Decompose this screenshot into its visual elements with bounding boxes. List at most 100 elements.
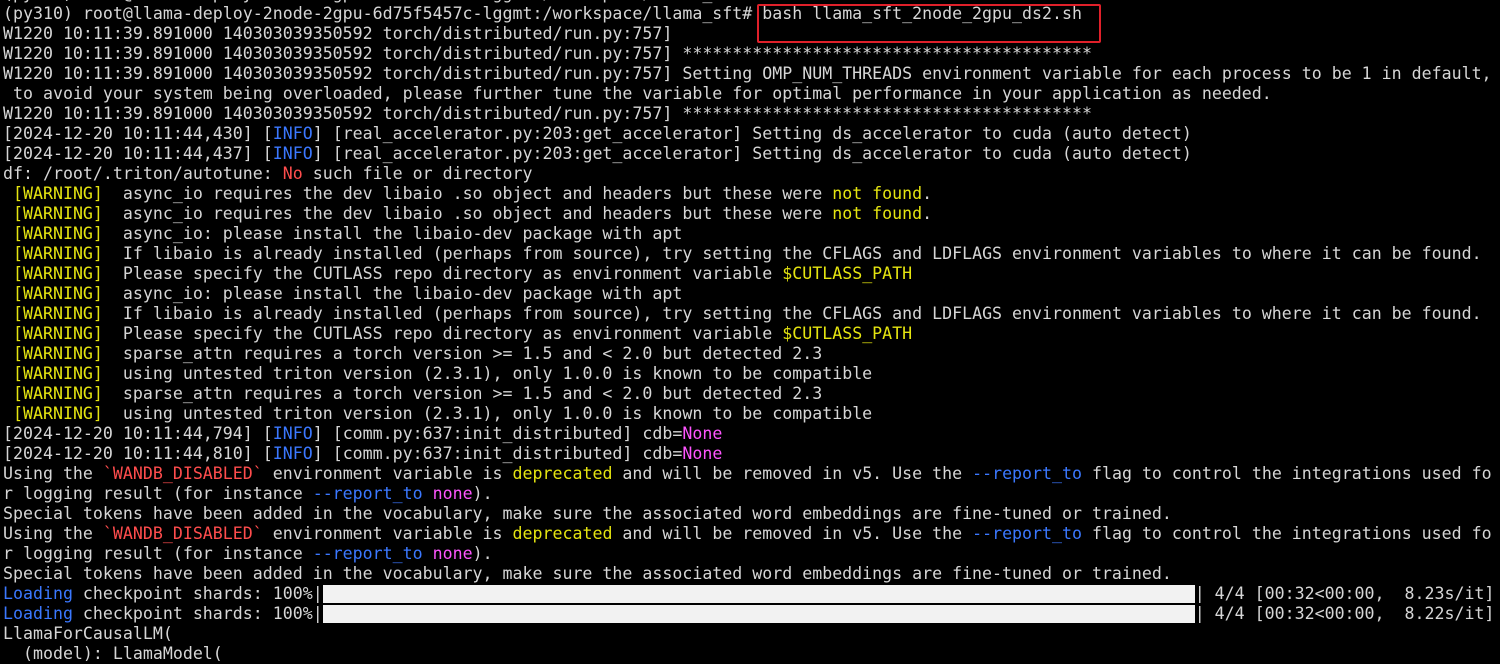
terminal-text: [WARNING] <box>13 244 103 263</box>
terminal-text: and will be removed in v5. Use the <box>612 524 973 543</box>
terminal-text: [WARNING] <box>13 224 103 243</box>
terminal-line: W1220 10:11:39.891000 140303039350592 to… <box>3 44 1500 64</box>
terminal-text: . <box>922 204 933 223</box>
terminal-text: | 4/4 [00:32<00:00, 8.22s/it] <box>1194 604 1495 623</box>
terminal-line: Special tokens have been added in the vo… <box>3 564 1500 584</box>
terminal-text: None <box>682 444 723 463</box>
terminal-line: [WARNING] async_io: please install the l… <box>3 284 1500 304</box>
terminal-text: . <box>922 184 933 203</box>
terminal-text: [WARNING] <box>13 204 103 223</box>
terminal-text: Special tokens have been added in the vo… <box>3 504 1172 523</box>
terminal-text: Loading <box>3 584 73 603</box>
terminal-text: sparse_attn requires a torch version >= … <box>102 384 823 403</box>
terminal-text: Special tokens have been added in the vo… <box>3 564 1172 583</box>
terminal-text: (py310) root@llama-deploy-2node-2gpu-6d7… <box>3 4 763 23</box>
terminal-text: [2024-12-20 10:11:44,794] [ <box>3 424 273 443</box>
terminal-text: async_io: please install the libaio-dev … <box>102 224 683 243</box>
terminal-line: [WARNING] using untested triton version … <box>3 364 1500 384</box>
terminal-text: and will be removed in v5. Use the <box>612 464 973 483</box>
terminal-line: [WARNING] async_io: please install the l… <box>3 224 1500 244</box>
terminal-text: using untested triton version (2.3.1), o… <box>102 364 873 383</box>
terminal-output[interactable]: (py310) root@llama-deploy-2node-2gpu-6d7… <box>3 0 1500 664</box>
terminal-line: [WARNING] If libaio is already installed… <box>3 244 1500 264</box>
terminal-text: ] [real_accelerator.py:203:get_accelerat… <box>312 124 1192 143</box>
terminal-text: [WARNING] <box>13 344 103 363</box>
terminal-text: none <box>432 544 473 563</box>
terminal-text: ] [real_accelerator.py:203:get_accelerat… <box>312 144 1192 163</box>
terminal-text: [WARNING] <box>13 404 103 423</box>
terminal-text: Loading <box>3 604 73 623</box>
terminal-line: Loading checkpoint shards: 100%| | 4/4 [0… <box>3 584 1500 604</box>
terminal-text: ). <box>472 544 493 563</box>
terminal-text: [WARNING] <box>13 324 103 343</box>
terminal-text: environment variable is <box>262 464 513 483</box>
terminal-text: | 4/4 [00:32<00:00, 8.23s/it] <box>1194 584 1495 603</box>
terminal-line: [WARNING] Please specify the CUTLASS rep… <box>3 324 1500 344</box>
terminal-text: --report_to <box>312 544 423 563</box>
terminal-text: --report_to <box>972 524 1082 543</box>
terminal-text: not found <box>832 204 923 223</box>
terminal-text: r logging result (for instance <box>3 544 313 563</box>
terminal-line: df: /root/.triton/autotune: No such file… <box>3 164 1500 184</box>
terminal-line: Using the `WANDB_DISABLED` environment v… <box>3 464 1500 484</box>
terminal-line: [WARNING] async_io requires the dev liba… <box>3 204 1500 224</box>
terminal-text: `WANDB_DISABLED` <box>102 524 263 543</box>
terminal-text: If libaio is already installed (perhaps … <box>102 244 1482 263</box>
terminal-line: [WARNING] sparse_attn requires a torch v… <box>3 384 1500 404</box>
terminal-text: [2024-12-20 10:11:44,430] [ <box>3 124 273 143</box>
terminal-line: [2024-12-20 10:11:44,810] [INFO] [comm.p… <box>3 444 1500 464</box>
terminal-text: [WARNING] <box>13 364 103 383</box>
terminal-text: (py310) root@llama-deploy-2node-2gpu-6d7… <box>3 0 752 3</box>
terminal-text: sparse_attn requires a torch version >= … <box>102 344 823 363</box>
terminal-text: [WARNING] <box>13 304 103 323</box>
terminal-text: W1220 10:11:39.891000 140303039350592 to… <box>3 24 673 43</box>
terminal-text: [WARNING] <box>13 384 103 403</box>
terminal-text: INFO <box>272 144 313 163</box>
terminal-text: [2024-12-20 10:11:44,810] [ <box>3 444 273 463</box>
terminal-text: W1220 10:11:39.891000 140303039350592 to… <box>3 64 1492 83</box>
terminal-text: none <box>432 484 473 503</box>
terminal-text: Please specify the CUTLASS repo director… <box>102 264 783 283</box>
terminal-line: r logging result (for instance --report_… <box>3 484 1500 504</box>
terminal-text: (model): LlamaModel( <box>3 644 223 663</box>
terminal-line: W1220 10:11:39.891000 140303039350592 to… <box>3 104 1500 124</box>
terminal-text: r logging result (for instance <box>3 484 313 503</box>
terminal-text: W1220 10:11:39.891000 140303039350592 to… <box>3 44 1092 63</box>
terminal-text: --report_to <box>972 464 1082 483</box>
terminal-text: flag to control the integrations used fo <box>1082 464 1492 483</box>
terminal-text: INFO <box>272 424 313 443</box>
progress-bar-fill <box>322 605 1195 623</box>
terminal-line: [2024-12-20 10:11:44,437] [INFO] [real_a… <box>3 144 1500 164</box>
progress-bar <box>322 584 1195 604</box>
terminal-text: df: /root/.triton/autotune: <box>3 164 283 183</box>
terminal-text: to avoid your system being overloaded, p… <box>3 84 1272 103</box>
terminal-text: bash llama_sft_2node_2gpu_ds2.sh <box>762 4 1082 23</box>
terminal-line: [WARNING] async_io requires the dev liba… <box>3 184 1500 204</box>
terminal-text: deprecated <box>512 524 613 543</box>
terminal-text: No <box>282 164 303 183</box>
terminal-text: Using the <box>3 464 103 483</box>
terminal-text: Please specify the CUTLASS repo director… <box>102 324 783 343</box>
terminal-text: checkpoint shards: 100%| <box>72 604 323 623</box>
terminal-text: async_io requires the dev libaio .so obj… <box>102 204 833 223</box>
terminal-text: async_io: please install the libaio-dev … <box>102 284 683 303</box>
terminal-text: $CUTLASS_PATH <box>782 264 913 283</box>
terminal-text: INFO <box>272 124 313 143</box>
terminal-line: [WARNING] If libaio is already installed… <box>3 304 1500 324</box>
terminal-text: environment variable is <box>262 524 513 543</box>
terminal-text: checkpoint shards: 100%| <box>72 584 323 603</box>
terminal-text: such file or directory <box>302 164 533 183</box>
terminal-line: to avoid your system being overloaded, p… <box>3 84 1500 104</box>
terminal-text: deprecated <box>512 464 613 483</box>
terminal-text: ] [comm.py:637:init_distributed] cdb= <box>312 444 683 463</box>
terminal-text: `WANDB_DISABLED` <box>102 464 263 483</box>
